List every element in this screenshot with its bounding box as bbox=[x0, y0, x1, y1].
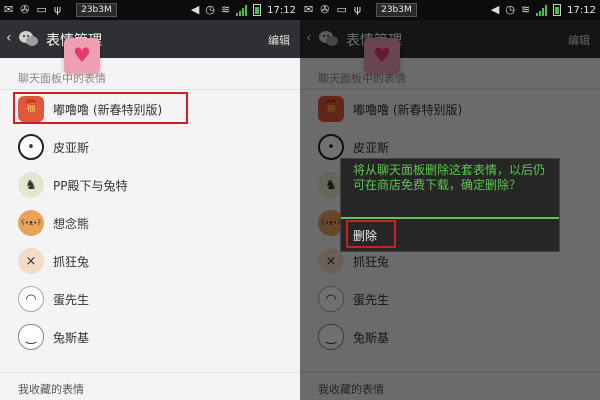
emoji-set-rabbit[interactable]: × 抓狂兔 bbox=[0, 242, 300, 280]
battery-icon bbox=[553, 4, 562, 16]
rabbit-icon: × bbox=[18, 248, 44, 274]
list-item-label: 抓狂兔 bbox=[53, 254, 90, 269]
signal-icon bbox=[536, 4, 548, 16]
signal-icon bbox=[236, 4, 248, 16]
emoji-set-egg[interactable]: ◠ 蛋先生 bbox=[0, 280, 300, 318]
piyasi-icon: • bbox=[18, 134, 44, 160]
title-bar: ‹ 表情管理 编辑 ♥ bbox=[0, 20, 300, 74]
usb-icon: ψ bbox=[353, 3, 362, 16]
notification-icon: ✉ bbox=[4, 3, 14, 16]
highlight-box bbox=[346, 220, 396, 248]
egg-icon: ◠ bbox=[18, 286, 44, 312]
volume-icon: ◀ bbox=[190, 3, 200, 16]
status-bar: ✉ ✇ ▭ ψ 23b3M ◀ ◷ ≋ 17:12 bbox=[300, 0, 600, 20]
list-item-label: 皮亚斯 bbox=[53, 140, 90, 155]
pp-icon: ♞ bbox=[18, 172, 44, 198]
list-item-label: 蛋先生 bbox=[53, 292, 90, 307]
list-item-label: 兔斯基 bbox=[53, 330, 90, 345]
status-bar: ✉ ✇ ▭ ψ 23b3M ◀ ◷ ≋ 17:12 bbox=[0, 0, 300, 20]
emoji-set-pp[interactable]: ♞ PP殿下与兔特 bbox=[0, 166, 300, 204]
tusiki-icon: ‿ bbox=[18, 324, 44, 350]
notification-icon: ✉ bbox=[304, 3, 314, 16]
wifi-icon: ≋ bbox=[220, 3, 231, 16]
wifi-icon: ≋ bbox=[520, 3, 531, 16]
heart-icon: ♥ bbox=[64, 38, 100, 74]
clock: 17:12 bbox=[567, 4, 596, 16]
network-speed: 23b3M bbox=[376, 3, 417, 17]
clock: 17:12 bbox=[267, 4, 296, 16]
favorites-section-label[interactable]: 我收藏的表情 bbox=[0, 372, 300, 400]
mail-icon: ▭ bbox=[336, 3, 347, 16]
list-item-label: PP殿下与兔特 bbox=[53, 178, 128, 193]
delete-confirm-dialog: 将从聊天面板删除这套表情，以后仍可在商店免费下载，确定删除？ 删除 bbox=[340, 158, 560, 252]
volume-icon: ◀ bbox=[490, 3, 500, 16]
alarm-icon: ◷ bbox=[505, 3, 515, 16]
edit-button[interactable]: 编辑 bbox=[268, 32, 290, 48]
network-speed: 23b3M bbox=[76, 3, 117, 17]
back-arrow-icon[interactable]: ‹ bbox=[6, 30, 12, 46]
list-item-label: 想念熊 bbox=[53, 216, 90, 231]
usb-icon: ψ bbox=[53, 3, 62, 16]
left-screen: ✉ ✇ ▭ ψ 23b3M ◀ ◷ ≋ 17:12 ‹ 表情管理 编辑 ♥ 聊天… bbox=[0, 0, 300, 400]
wechat-logo-icon[interactable] bbox=[18, 30, 40, 48]
emoji-set-piyasi[interactable]: • 皮亚斯 bbox=[0, 128, 300, 166]
emoji-set-bear[interactable]: ʕ•ᴥ•ʔ 想念熊 bbox=[0, 204, 300, 242]
battery-icon bbox=[253, 4, 262, 16]
emoji-set-tusiki[interactable]: ‿ 兔斯基 bbox=[0, 318, 300, 356]
highlight-box bbox=[13, 92, 188, 124]
dialog-message: 将从聊天面板删除这套表情，以后仍可在商店免费下载，确定删除？ bbox=[353, 163, 546, 192]
section-label: 聊天面板中的表情 bbox=[0, 62, 300, 90]
emoji-set-dululu[interactable]: 福 嘟噜噜 (新春特别版) bbox=[0, 90, 300, 128]
pinwheel-icon: ✇ bbox=[320, 3, 330, 16]
alarm-icon: ◷ bbox=[205, 3, 215, 16]
bear-icon: ʕ•ᴥ•ʔ bbox=[18, 210, 44, 236]
mail-icon: ▭ bbox=[36, 3, 47, 16]
pinwheel-icon: ✇ bbox=[20, 3, 30, 16]
